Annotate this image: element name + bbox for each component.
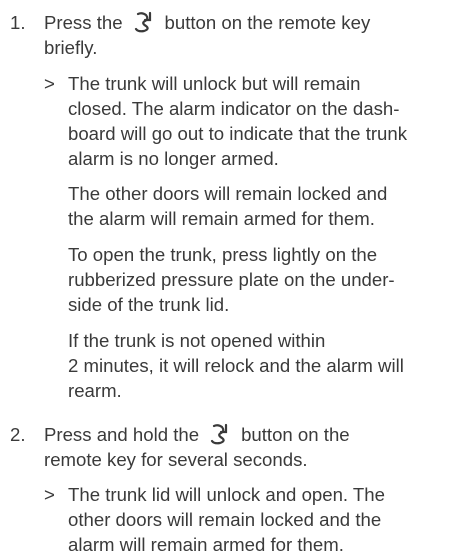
instruction-text: button on the (241, 424, 350, 445)
trunk-open-icon (134, 11, 151, 33)
result-marker: > (44, 484, 55, 505)
paragraph-line: rearm. (68, 380, 122, 401)
instruction-text: Press the (44, 12, 123, 33)
instruction-line: remote key for several seconds. (44, 449, 308, 470)
paragraph-line: 2 minutes, it will relock and the alarm … (68, 355, 404, 376)
result-line: closed. The alarm indicator on the dash- (68, 98, 400, 119)
result-marker: > (44, 73, 55, 94)
step-instruction: Press and hold the button on the (44, 422, 350, 447)
paragraph-line: rubberized pressure plate on the under- (68, 269, 395, 290)
paragraph-line: The other doors will remain locked and (68, 183, 388, 204)
trunk-open-icon (210, 423, 228, 445)
result-line: board will go out to indicate that the t… (68, 123, 408, 144)
result-line: alarm will remain armed for them. (68, 534, 344, 555)
paragraph-line: If the trunk is not opened within (68, 330, 326, 351)
step-number: 1. (10, 12, 26, 33)
instruction-text: Press and hold the (44, 424, 200, 445)
instruction-line: briefly. (44, 37, 98, 58)
manual-page: 1. Press the button on the remote key bri… (0, 0, 454, 555)
paragraph-line: side of the trunk lid. (68, 294, 230, 315)
paragraph-line: the alarm will remain armed for them. (68, 208, 375, 229)
paragraph-line: To open the trunk, press lightly on the (68, 244, 378, 265)
result-line: alarm is no longer armed. (68, 148, 279, 169)
result-line: The trunk will unlock but will remain (68, 73, 361, 94)
result-line: The trunk lid will unlock and open. The (68, 484, 385, 505)
instruction-text: button on the remote key (164, 12, 371, 33)
result-line: other doors will remain locked and the (68, 509, 382, 530)
step-number: 2. (10, 424, 26, 445)
step-instruction: Press the button on the remote key (44, 10, 370, 35)
